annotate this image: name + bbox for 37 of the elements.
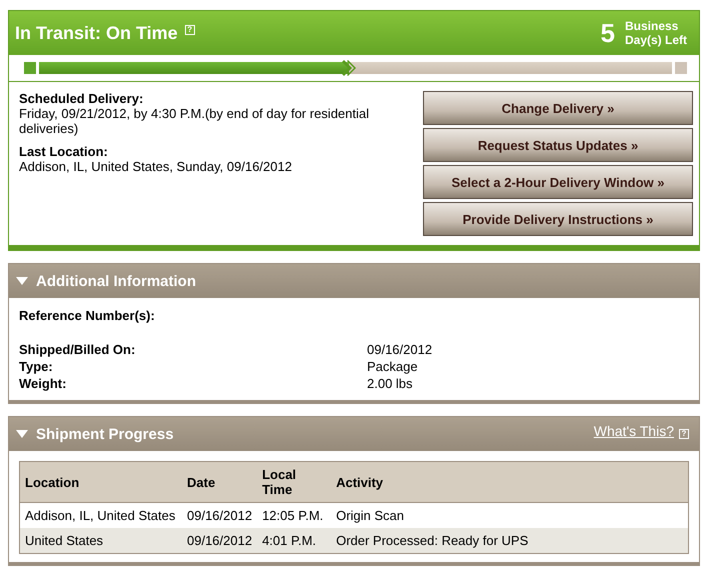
status-title: In Transit: On Time [15, 22, 178, 44]
field-value: Addison, IL, United States, Sunday, 09/16/2012 [19, 159, 293, 174]
info-label: Weight: [19, 375, 68, 392]
info-value: 2.00 lbs [367, 375, 413, 392]
column-header: Date [182, 462, 258, 502]
column-header: Location [20, 462, 182, 502]
table-cell: 09/16/2012 [182, 528, 258, 554]
expand-triangle-icon[interactable] [16, 430, 28, 438]
column-header: Activity [331, 462, 688, 502]
chevron-icon [342, 60, 356, 76]
action-button[interactable]: Select a 2-Hour Delivery Window » [423, 165, 693, 199]
table-cell: Addison, IL, United States [20, 502, 182, 528]
field-label: Scheduled Delivery: [19, 91, 144, 106]
table-cell: United States [20, 528, 182, 554]
table-cell: 12:05 P.M. [257, 502, 332, 528]
days-count: 5 [600, 18, 615, 48]
section-title: Shipment Progress [36, 426, 174, 442]
info-label: Type: [19, 358, 54, 375]
info-value: 09/16/2012 [367, 341, 432, 358]
field-label: Last Location: [19, 144, 109, 159]
action-button[interactable]: Change Delivery » [423, 91, 693, 125]
column-header: Local Time [257, 462, 332, 502]
reference-label: Reference Number(s): [19, 308, 156, 323]
table-cell: 09/16/2012 [182, 502, 258, 528]
table-cell: Origin Scan [331, 502, 688, 528]
info-label: Shipped/Billed On: [19, 341, 136, 358]
expand-triangle-icon[interactable] [16, 277, 28, 285]
section-title: Additional Information [36, 272, 196, 290]
table-cell: Order Processed: Ready for UPS [331, 528, 688, 554]
action-button[interactable]: Provide Delivery Instructions » [423, 202, 693, 236]
action-button[interactable]: Request Status Updates » [423, 128, 693, 162]
field-value: Friday, 09/21/2012, by 4:30 P.M.(by end of day for residential deliveries) [19, 106, 370, 136]
info-value: Package [367, 358, 418, 375]
progress-end-marker [675, 62, 687, 74]
progress-start-marker [24, 62, 36, 74]
table-cell: 4:01 P.M. [257, 528, 332, 554]
days-left-label: Business Day(s) Left [625, 19, 688, 47]
